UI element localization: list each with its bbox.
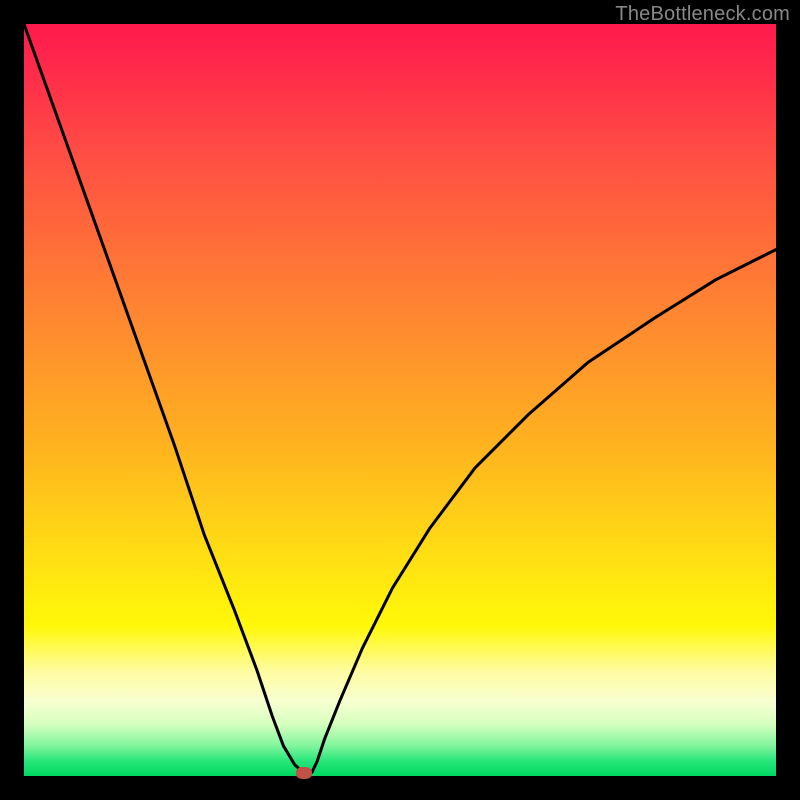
chart-plot-area (24, 24, 776, 776)
bottleneck-curve (24, 24, 776, 776)
watermark-text: TheBottleneck.com (615, 3, 790, 26)
optimal-point-marker (296, 767, 312, 779)
